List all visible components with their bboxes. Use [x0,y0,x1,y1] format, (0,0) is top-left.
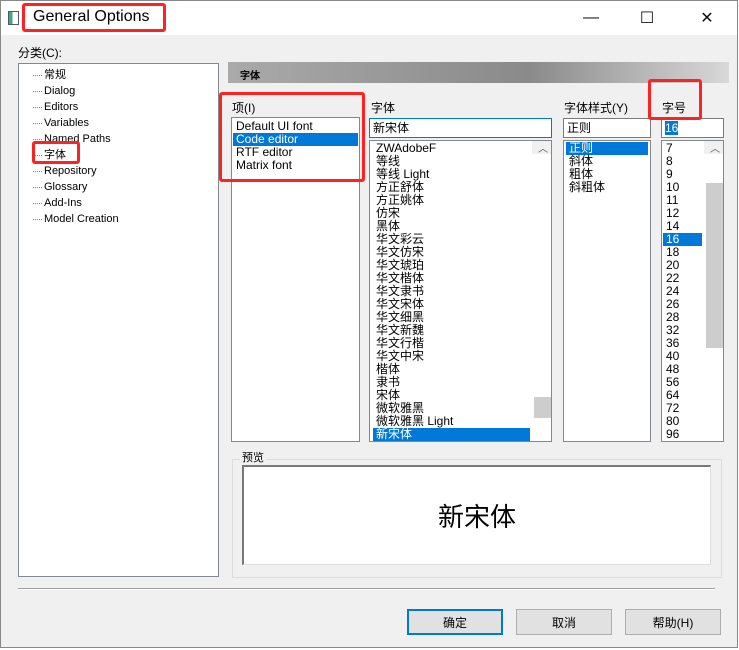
style-input[interactable]: 正则 [563,118,651,138]
category-label: 分类(C): [18,46,62,60]
items-listbox[interactable]: Default UI font Code editor RTF editor Matr… [231,117,360,442]
size-listbox[interactable]: 7 8 9 10 11 12 14 16 18 20 22 24 26 28 32 36 40 48 56 64 72 8… [661,140,724,442]
preview-box: 新宋体 [242,465,711,565]
tree-item[interactable]: Add-Ins [19,195,218,211]
section-header: 字体 [228,62,729,83]
scroll-thumb[interactable] [534,397,551,418]
tree-item[interactable]: 常规 [19,67,218,83]
cancel-button[interactable]: 取消 [516,609,612,635]
close-button[interactable]: ✕ [684,1,730,35]
scroll-down-icon[interactable]: ﹀ [704,141,723,152]
font-listbox[interactable]: ZWAdobeF 等线 等线 Light 方正舒体 方正姚体 仿宋 黑体 华文彩云 华文仿宋 华文… [369,140,552,442]
item-option[interactable]: Matrix font [233,159,358,172]
window-title: General Options [33,8,150,25]
tree-item[interactable]: Dialog [19,83,218,99]
size-input[interactable]: 16 [661,118,724,138]
scroll-thumb[interactable] [706,183,723,348]
size-label: 字号 [662,101,687,115]
tree-item[interactable]: Editors [19,99,218,115]
size-input-value: 16 [665,121,679,135]
scroll-down-icon[interactable]: ﹀ [532,141,551,152]
font-option[interactable]: 新宋体 [373,428,530,441]
items-label: 项(I) [232,101,256,115]
size-option[interactable]: 96 [663,428,702,441]
app-icon [8,11,19,25]
font-label: 字体 [371,101,396,115]
size-list-items: 7 8 9 10 11 12 14 16 18 20 22 24 26 28 32 36 40 48 56 64 72 8… [662,141,702,441]
style-label: 字体样式(Y) [564,101,628,115]
tree-item[interactable]: 字体 [19,147,218,163]
tree-item[interactable]: Named Paths [19,131,218,147]
tree-item[interactable]: Model Creation [19,211,218,227]
style-option[interactable]: 斜粗体 [566,181,648,194]
style-listbox[interactable]: 正则 斜体 粗体 斜粗体 [563,140,651,442]
minimize-button[interactable]: — [568,1,614,35]
tree-item[interactable]: Variables [19,115,218,131]
ok-button[interactable]: 确定 [407,609,503,635]
maximize-button[interactable]: ☐ [624,1,670,35]
divider [18,588,715,590]
size-scrollbar[interactable]: ︿ ﹀ [704,141,723,348]
help-button[interactable]: 帮助(H) [625,609,721,635]
title-bar: General Options — ☐ ✕ [1,1,737,35]
general-options-dialog: General Options — ☐ ✕ 分类(C): 常规 Dialog Edi… [0,0,738,648]
font-scrollbar[interactable]: ︿ ﹀ [532,141,551,418]
font-list-items: ZWAdobeF 等线 等线 Light 方正舒体 方正姚体 仿宋 黑体 华文彩云 华文仿宋 华文… [370,141,530,441]
font-input[interactable]: 新宋体 [369,118,552,138]
preview-label: 预览 [240,449,266,465]
tree-item[interactable]: Repository [19,163,218,179]
tree-item[interactable]: Glossary [19,179,218,195]
category-tree[interactable]: 常规 Dialog Editors Variables Named Paths 字体 Rep… [18,63,219,577]
